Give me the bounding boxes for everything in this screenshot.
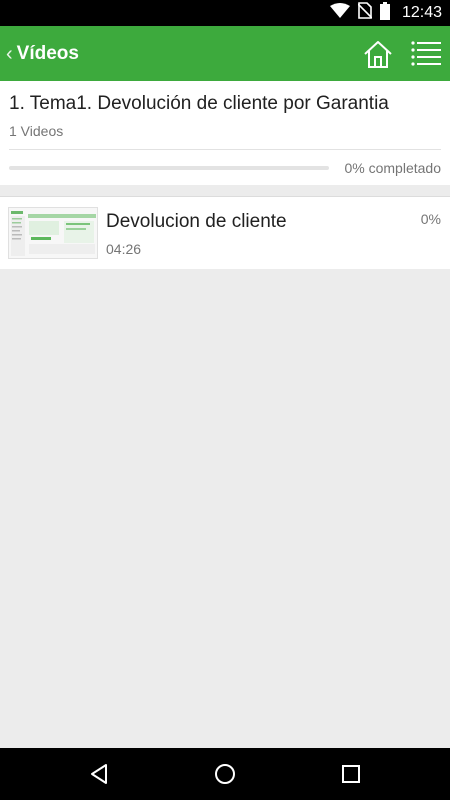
- system-nav-bar: [0, 748, 450, 800]
- list-menu-button[interactable]: [411, 40, 441, 68]
- recents-icon: [342, 765, 360, 783]
- list-menu-icon: [411, 41, 441, 66]
- page-title: Vídeos: [16, 42, 79, 64]
- video-thumbnail: [8, 207, 98, 259]
- video-title: Devolucion de cliente: [106, 211, 287, 232]
- status-time: 12:43: [401, 4, 442, 21]
- nav-back-button[interactable]: [87, 762, 111, 786]
- back-button[interactable]: ‹ Vídeos: [6, 26, 79, 81]
- home-button[interactable]: [362, 38, 394, 70]
- divider: [9, 149, 441, 150]
- status-bar: 12:43: [0, 0, 450, 26]
- status-icons: 12:43: [329, 0, 442, 26]
- home-circle-icon: [215, 764, 235, 784]
- chevron-left-icon: ‹: [6, 42, 13, 65]
- topic-header-card: 1. Tema1. Devolución de cliente por Gara…: [0, 81, 450, 185]
- topic-progress-label: 0% completado: [344, 160, 441, 176]
- battery-icon: [379, 1, 390, 25]
- home-icon: [364, 41, 392, 68]
- nav-recents-button[interactable]: [339, 762, 363, 786]
- back-icon: [91, 764, 107, 784]
- app-bar: ‹ Vídeos: [0, 26, 450, 81]
- nav-home-button[interactable]: [213, 762, 237, 786]
- topic-progress-bar: [9, 166, 329, 170]
- video-count: 1 Videos: [9, 123, 64, 139]
- topic-title: 1. Tema1. Devolución de cliente por Gara…: [9, 93, 389, 114]
- video-duration: 04:26: [106, 241, 142, 257]
- video-progress: 0%: [420, 211, 441, 227]
- wifi-icon: [329, 2, 350, 24]
- video-list-item[interactable]: Devolucion de cliente 04:26 0%: [0, 196, 450, 269]
- no-sim-icon: [357, 2, 373, 24]
